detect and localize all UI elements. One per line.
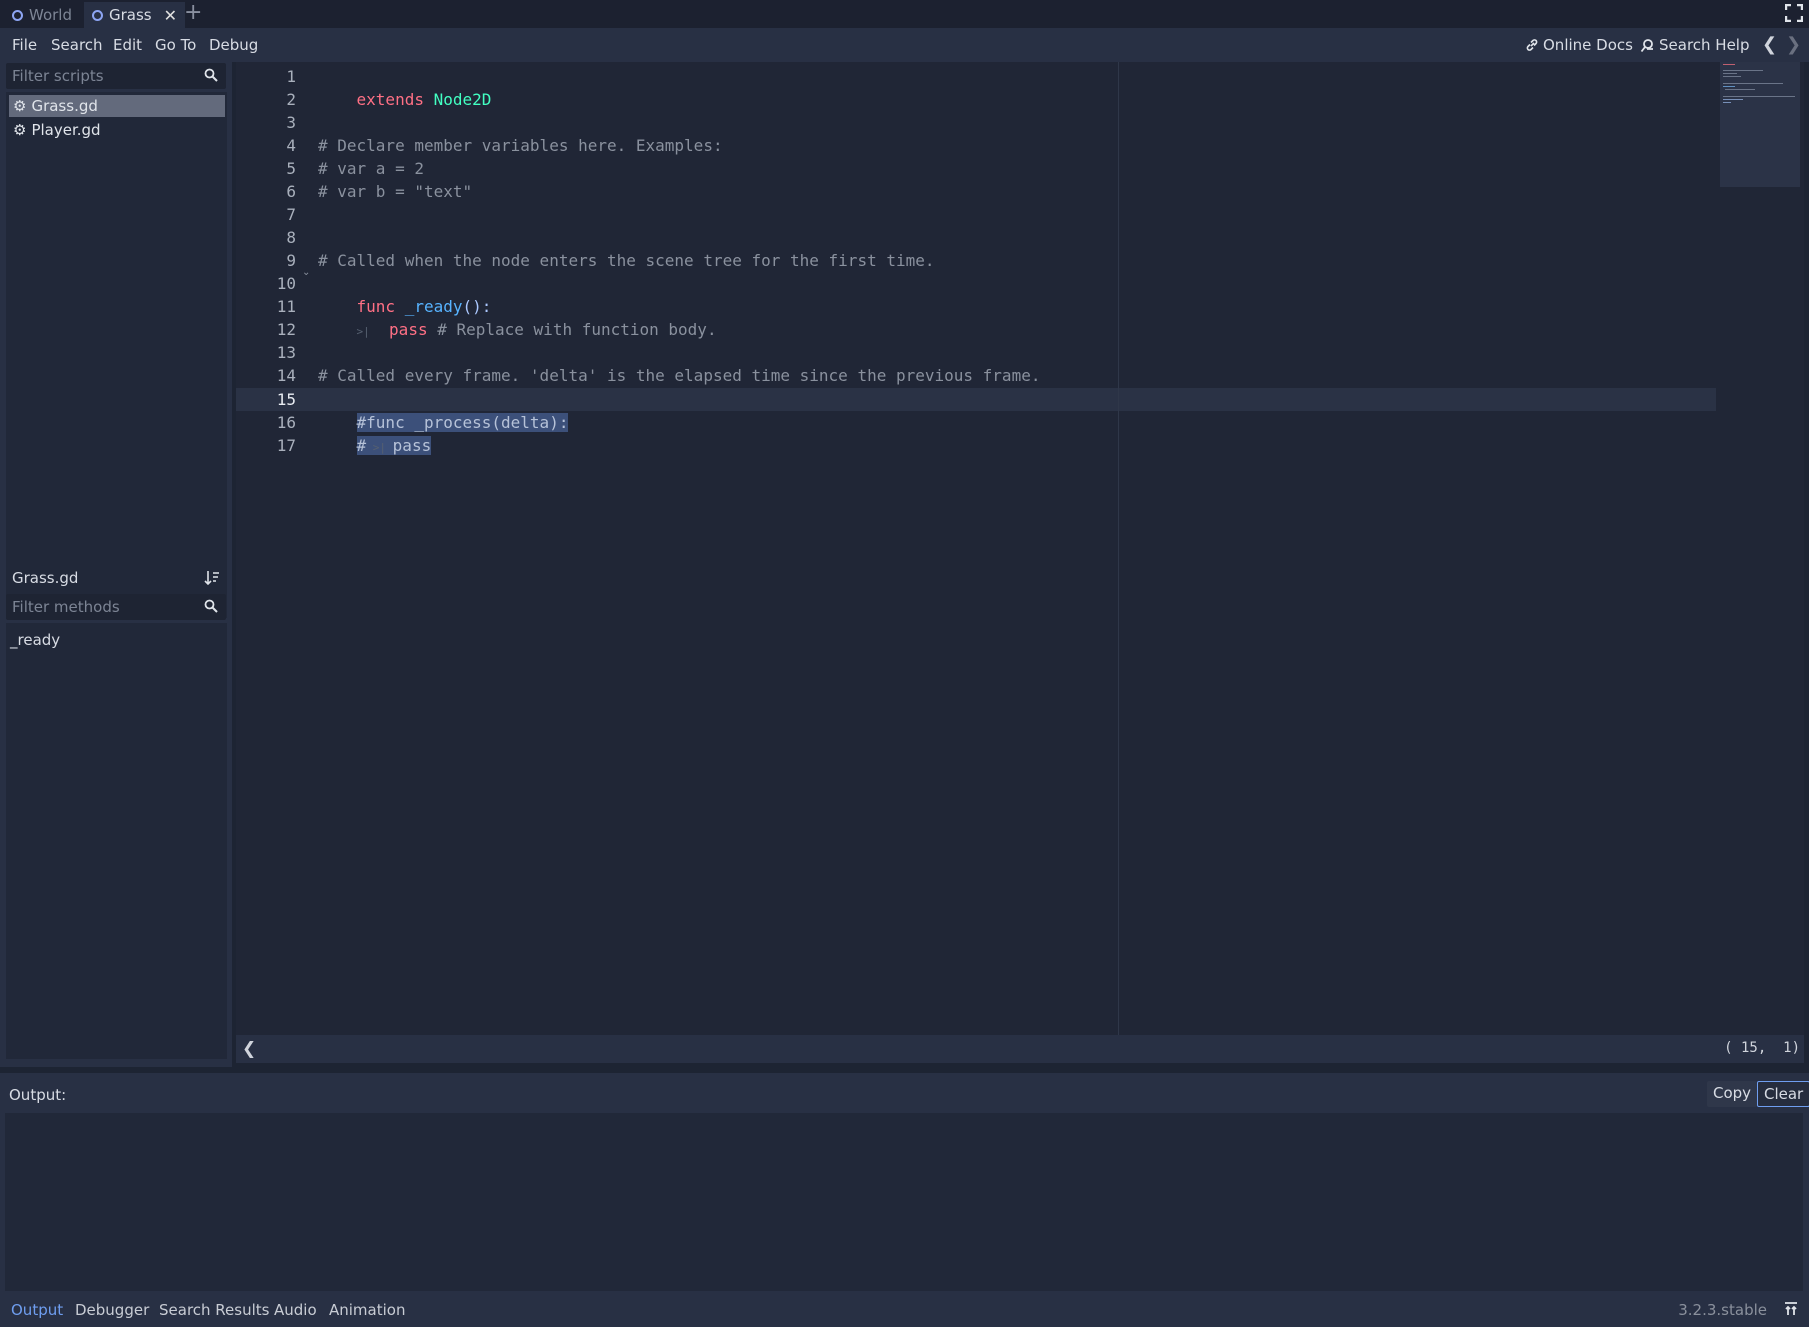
menu-search[interactable]: Search — [51, 36, 103, 54]
line-number: 14 — [276, 366, 296, 385]
comment-pass: pass — [392, 436, 432, 455]
search-help-label: Search Help — [1659, 36, 1750, 54]
search-help-button[interactable]: Search Help — [1640, 36, 1750, 54]
toggle-scripts-panel-icon[interactable]: ❮ — [242, 1039, 256, 1059]
tab-animation[interactable]: Animation — [329, 1301, 405, 1319]
history-forward-icon[interactable]: ❯ — [1786, 34, 1801, 55]
keyword-token: pass — [389, 320, 428, 339]
type-token: Node2D — [433, 90, 492, 109]
script-list-panel: Filter scripts ⚙ Grass.gd ⚙ Player.gd Gr… — [0, 62, 232, 1067]
script-menu-bar: File Search Edit Go To Debug Online Docs… — [0, 28, 1809, 62]
code-line-1: extends Node2D — [318, 65, 492, 109]
menu-edit[interactable]: Edit — [113, 36, 142, 54]
link-icon — [1526, 39, 1538, 51]
code-line-16: # >| pass — [318, 411, 432, 455]
current-script-name: Grass.gd — [6, 565, 194, 591]
code-editor[interactable]: 1 2 3 4 5 6 7 8 9 10 11 12 13 14 15 16 1… — [236, 62, 1804, 1063]
gear-icon: ⚙ — [13, 97, 27, 115]
version-label: 3.2.3.stable — [1678, 1301, 1767, 1319]
copy-button[interactable]: Copy — [1707, 1081, 1758, 1107]
caret-position: ( 15, 1) — [1724, 1040, 1800, 1056]
line-number: 11 — [276, 297, 296, 316]
expand-panel-icon[interactable] — [1783, 1301, 1799, 1317]
keyword-token: extends — [356, 90, 424, 109]
tab-indent-icon: >| — [366, 441, 393, 454]
menu-debug[interactable]: Debug — [209, 36, 258, 54]
line-number: 1 — [286, 67, 296, 86]
scripts-list: ⚙ Grass.gd ⚙ Player.gd — [6, 92, 227, 618]
help-search-icon — [1640, 38, 1653, 52]
line-number: 17 — [276, 436, 296, 455]
minimap[interactable] — [1720, 62, 1800, 187]
sort-icon[interactable] — [204, 570, 220, 586]
scene-tab-world[interactable]: World — [4, 2, 80, 28]
editor-status-bar: ❮ ( 15, 1) — [236, 1035, 1804, 1063]
line-number: 3 — [286, 113, 296, 132]
comment-token: # Replace with function body. — [437, 320, 717, 339]
bottom-panel-tabs: Output Debugger Search Results Audio Ani… — [0, 1293, 1809, 1327]
scene-tab-label: World — [29, 6, 72, 24]
line-number: 9 — [286, 251, 296, 270]
code-line-15: #func _process(delta): — [318, 388, 569, 432]
fold-arrow-icon[interactable]: ⌄ — [302, 267, 310, 278]
tab-debugger[interactable]: Debugger — [75, 1301, 149, 1319]
line-number: 12 — [276, 320, 296, 339]
code-line-10: func _ready(): — [318, 272, 492, 316]
menu-goto[interactable]: Go To — [155, 36, 196, 54]
output-panel: Output: Copy Clear — [0, 1073, 1809, 1293]
script-item-label: Player.gd — [31, 121, 101, 139]
search-icon — [204, 68, 218, 82]
scene-node-icon — [12, 9, 23, 21]
line-number: 13 — [276, 343, 296, 362]
gear-icon: ⚙ — [13, 121, 27, 139]
scene-tab-bar: World Grass ✕ + — [0, 0, 1809, 28]
filter-methods-input[interactable]: Filter methods — [6, 594, 226, 620]
selected-text: # >| pass — [356, 436, 432, 455]
line-number: 5 — [286, 159, 296, 178]
line-number-current: 15 — [276, 390, 296, 409]
line-number: 7 — [286, 205, 296, 224]
methods-list: _ready — [6, 623, 227, 1059]
filter-scripts-placeholder: Filter scripts — [12, 67, 104, 85]
tab-indent-icon: >| — [356, 325, 370, 338]
clear-button[interactable]: Clear — [1757, 1081, 1809, 1107]
method-item[interactable]: _ready — [10, 631, 60, 649]
code-line-4: # Declare member variables here. Example… — [318, 136, 723, 155]
script-item-grass[interactable]: ⚙ Grass.gd — [9, 95, 225, 117]
menu-file[interactable]: File — [12, 36, 37, 54]
output-log[interactable] — [5, 1113, 1803, 1291]
scene-tab-label: Grass — [109, 6, 152, 24]
filter-methods-placeholder: Filter methods — [12, 598, 120, 616]
line-number: 4 — [286, 136, 296, 155]
online-docs-button[interactable]: Online Docs — [1525, 36, 1633, 54]
code-line-11: >| pass # Replace with function body. — [318, 295, 717, 339]
close-tab-icon[interactable]: ✕ — [164, 6, 177, 25]
scene-node-icon — [92, 9, 103, 21]
scene-tab-grass[interactable]: Grass ✕ — [84, 2, 186, 28]
line-number: 8 — [286, 228, 296, 247]
output-label: Output: — [9, 1086, 67, 1104]
code-line-6: # var b = "text" — [318, 182, 473, 201]
line-number: 16 — [276, 413, 296, 432]
code-line-5: # var a = 2 — [318, 159, 424, 178]
line-number: 6 — [286, 182, 296, 201]
code-line-9: # Called when the node enters the scene … — [318, 251, 935, 270]
code-line-14: # Called every frame. 'delta' is the ela… — [318, 366, 1041, 385]
tab-search-results[interactable]: Search Results — [159, 1301, 269, 1319]
history-back-icon[interactable]: ❮ — [1762, 34, 1777, 55]
line-number: 2 — [286, 90, 296, 109]
comment-hash: # — [356, 436, 367, 455]
tab-output[interactable]: Output — [11, 1301, 63, 1319]
line-length-guide — [1118, 62, 1119, 1035]
tab-audio[interactable]: Audio — [274, 1301, 317, 1319]
script-item-label: Grass.gd — [31, 97, 98, 115]
line-number: 10 — [276, 274, 296, 293]
distraction-free-icon[interactable] — [1785, 4, 1803, 22]
add-scene-tab-button[interactable]: + — [184, 1, 202, 25]
search-icon — [204, 599, 218, 613]
online-docs-label: Online Docs — [1543, 36, 1633, 54]
filter-scripts-input[interactable]: Filter scripts — [6, 63, 226, 89]
script-item-player[interactable]: ⚙ Player.gd — [9, 119, 225, 141]
